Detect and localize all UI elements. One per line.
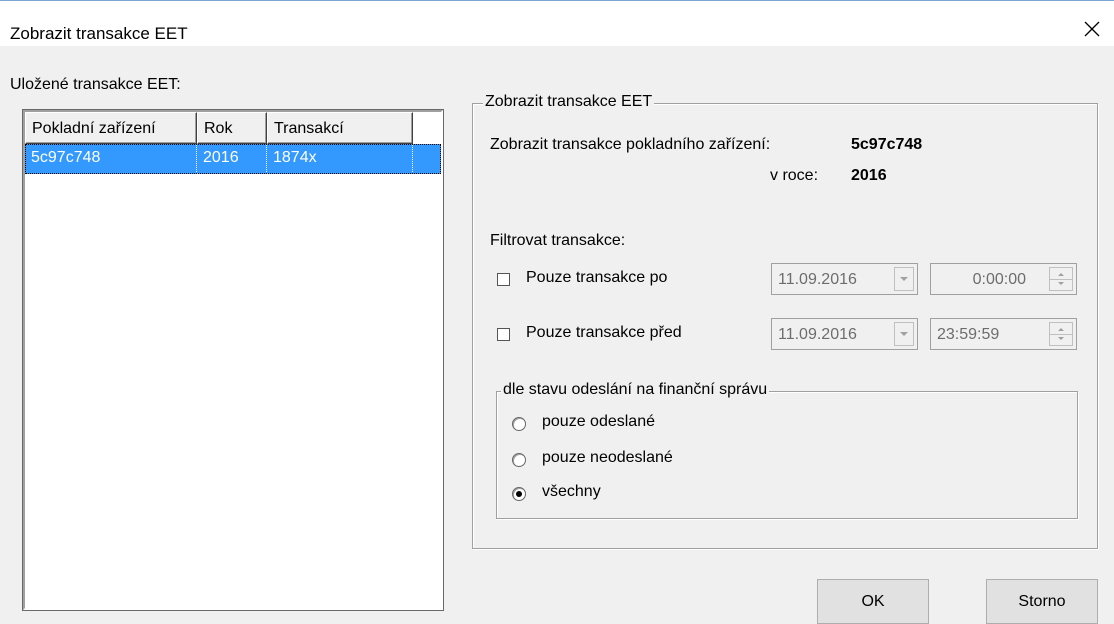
- list-header: Pokladní zařízení Rok Transakcí: [25, 112, 441, 144]
- column-header-device[interactable]: Pokladní zařízení: [25, 112, 197, 144]
- device-label: Zobrazit transakce pokladního zařízení:: [490, 136, 771, 153]
- year-value: 2016: [851, 167, 887, 184]
- list-cell-year: 2016: [197, 144, 267, 174]
- after-date-value: 11.09.2016: [778, 271, 857, 288]
- before-time-field[interactable]: 23:59:59: [930, 318, 1077, 350]
- before-label: Pouze transakce před: [526, 324, 682, 341]
- before-checkbox[interactable]: [497, 328, 510, 341]
- radio-sent-only-label: pouze odeslané: [542, 413, 655, 430]
- before-time-value: 23:59:59: [937, 326, 1000, 343]
- column-header-count[interactable]: Transakcí: [267, 112, 413, 144]
- send-state-title: dle stavu odeslání na finanční správu: [501, 381, 770, 399]
- window-title: Zobrazit transakce EET: [10, 24, 188, 43]
- saved-transactions-list[interactable]: Pokladní zařízení Rok Transakcí 5c97c748…: [22, 109, 444, 611]
- after-date-picker[interactable]: 11.09.2016: [771, 263, 918, 295]
- after-time-spinner[interactable]: [1049, 267, 1073, 291]
- close-button[interactable]: [1076, 13, 1108, 45]
- after-time-field[interactable]: 0:00:00: [930, 263, 1077, 295]
- close-icon: [1084, 21, 1100, 37]
- cancel-button[interactable]: Storno: [986, 579, 1098, 624]
- year-label: v roce:: [770, 167, 819, 184]
- chevron-down-icon: [900, 332, 908, 336]
- before-date-value: 11.09.2016: [778, 326, 857, 343]
- radio-all[interactable]: [512, 487, 526, 501]
- list-cell-count: 1874x: [267, 144, 413, 174]
- groupbox-title: Zobrazit transakce EET: [483, 93, 655, 111]
- before-date-dropdown[interactable]: [894, 322, 914, 346]
- radio-sent-only[interactable]: [512, 417, 526, 431]
- after-checkbox[interactable]: [497, 273, 510, 286]
- device-value: 5c97c748: [851, 136, 923, 153]
- chevron-down-icon: [900, 277, 908, 281]
- before-time-spinner[interactable]: [1049, 322, 1073, 346]
- after-label: Pouze transakce po: [526, 269, 668, 286]
- after-date-dropdown[interactable]: [894, 267, 914, 291]
- column-header-year[interactable]: Rok: [197, 112, 267, 144]
- saved-transactions-label: Uložené transakce EET:: [10, 76, 181, 93]
- after-time-value: 0:00:00: [972, 271, 1026, 288]
- list-item[interactable]: 5c97c748 2016 1874x: [25, 144, 441, 174]
- title-bar: Zobrazit transakce EET: [0, 0, 1114, 46]
- ok-button[interactable]: OK: [817, 579, 929, 624]
- radio-unsent-only-label: pouze neodeslané: [542, 449, 673, 466]
- radio-all-label: všechny: [542, 483, 601, 500]
- before-date-picker[interactable]: 11.09.2016: [771, 318, 918, 350]
- filter-label: Filtrovat transakce:: [490, 232, 626, 249]
- list-cell-device: 5c97c748: [25, 144, 197, 174]
- radio-unsent-only[interactable]: [512, 453, 526, 467]
